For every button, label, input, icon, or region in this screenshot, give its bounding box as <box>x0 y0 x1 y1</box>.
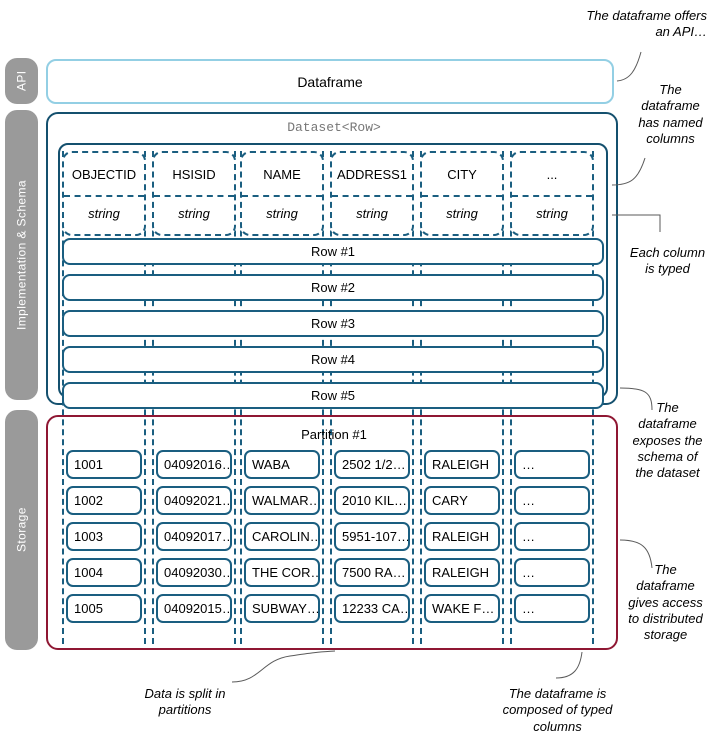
column-name: ADDRESS1 <box>332 153 412 197</box>
row-bar[interactable]: Row #1 <box>62 238 604 265</box>
annotation-exposes-schema: The dataframe exposes the schema of the data… <box>632 400 703 480</box>
data-cell[interactable]: 1002 <box>66 486 142 515</box>
data-cell[interactable]: 2502 1/2… <box>334 450 410 479</box>
data-cell[interactable]: SUBWAY… <box>244 594 320 623</box>
data-cell[interactable]: 1004 <box>66 558 142 587</box>
data-cell[interactable]: WABA <box>244 450 320 479</box>
partition-label: Partition #1 <box>301 427 367 442</box>
row-bar[interactable]: Row #2 <box>62 274 604 301</box>
row-bar[interactable]: Row #5 <box>62 382 604 409</box>
annotation-named-columns: The dataframe has named columns <box>638 82 703 146</box>
data-cell[interactable]: 1003 <box>66 522 142 551</box>
layer-pill-api: API <box>5 58 38 104</box>
column-header-objectid[interactable]: OBJECTID string <box>62 151 146 236</box>
annotation-typed-columns: The dataframe is composed of typed columns <box>502 686 613 734</box>
data-cell[interactable]: 1005 <box>66 594 142 623</box>
column-name: OBJECTID <box>64 153 144 197</box>
annotation-distributed-storage: The dataframe gives access to distributed st… <box>628 562 703 642</box>
layer-pill-storage-label: Storage <box>14 507 29 553</box>
diagram-canvas: API Implementation & Schema Storage Data… <box>0 0 713 748</box>
annotation-each-column-typed: Each column is typed <box>629 245 706 277</box>
column-header-city[interactable]: CITY string <box>420 151 504 236</box>
layer-pill-implementation: Implementation & Schema <box>5 110 38 400</box>
column-name: NAME <box>242 153 322 197</box>
column-name: ... <box>512 153 592 197</box>
layer-pill-api-label: API <box>14 70 29 92</box>
leader-each-typed <box>612 214 661 232</box>
leader-typed-columns <box>555 651 583 679</box>
column-type: string <box>536 206 568 221</box>
data-cell[interactable]: RALEIGH <box>424 450 500 479</box>
column-type: string <box>446 206 478 221</box>
data-cell[interactable]: 7500 RA… <box>334 558 410 587</box>
dataframe-api-box: Dataframe <box>46 59 614 104</box>
layer-pill-storage: Storage <box>5 410 38 650</box>
data-cell[interactable]: CAROLIN… <box>244 522 320 551</box>
annotation-api-offers: The dataframe offers an API… <box>586 8 707 40</box>
data-cell[interactable]: 04092015… <box>156 594 232 623</box>
column-name: CITY <box>422 153 502 197</box>
annotation-data-split: Data is split in partitions <box>144 686 226 718</box>
data-cell[interactable]: 04092016… <box>156 450 232 479</box>
column-type: string <box>178 206 210 221</box>
data-cell[interactable]: 04092017… <box>156 522 232 551</box>
column-type: string <box>266 206 298 221</box>
layer-pill-implementation-label: Implementation & Schema <box>14 180 29 330</box>
column-header-name[interactable]: NAME string <box>240 151 324 236</box>
data-cell[interactable]: RALEIGH <box>424 558 500 587</box>
data-cell[interactable]: WAKE F… <box>424 594 500 623</box>
dataset-row-label: Dataset<Row> <box>287 120 381 135</box>
column-type: string <box>356 206 388 221</box>
data-cell[interactable]: 1001 <box>66 450 142 479</box>
data-cell[interactable]: … <box>514 522 590 551</box>
data-cell[interactable]: 2010 KIL… <box>334 486 410 515</box>
data-cell[interactable]: 04092021… <box>156 486 232 515</box>
data-cell[interactable]: WALMAR… <box>244 486 320 515</box>
leader-api-offer <box>616 51 642 82</box>
column-header--[interactable]: ... string <box>510 151 594 236</box>
row-bar[interactable]: Row #3 <box>62 310 604 337</box>
data-cell[interactable]: THE COR… <box>244 558 320 587</box>
data-cell[interactable]: … <box>514 594 590 623</box>
data-cell[interactable]: … <box>514 486 590 515</box>
leader-split <box>231 650 336 683</box>
row-bar[interactable]: Row #4 <box>62 346 604 373</box>
data-cell[interactable]: 5951-107… <box>334 522 410 551</box>
column-type: string <box>88 206 120 221</box>
data-cell[interactable]: RALEIGH <box>424 522 500 551</box>
dataframe-api-label: Dataframe <box>297 73 363 90</box>
data-cell[interactable]: CARY <box>424 486 500 515</box>
data-cell[interactable]: … <box>514 558 590 587</box>
column-header-address1[interactable]: ADDRESS1 string <box>330 151 414 236</box>
data-cell[interactable]: 04092030… <box>156 558 232 587</box>
data-cell[interactable]: … <box>514 450 590 479</box>
data-cell[interactable]: 12233 CA… <box>334 594 410 623</box>
column-header-hsisid[interactable]: HSISID string <box>152 151 236 236</box>
column-name: HSISID <box>154 153 234 197</box>
